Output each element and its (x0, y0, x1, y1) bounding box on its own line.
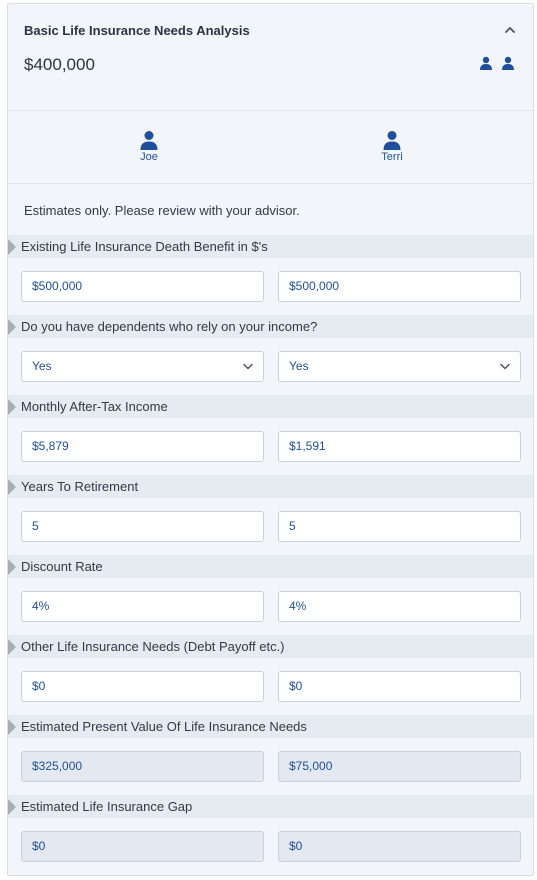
terri-dependents-select[interactable]: Yes (278, 351, 521, 382)
expand-triangle-icon (8, 558, 16, 575)
person-icon (502, 56, 514, 70)
section-monthly-income: Monthly After-Tax Income $5,879 $1,591 (8, 395, 533, 475)
panel-header[interactable]: Basic Life Insurance Needs Analysis $400… (8, 4, 533, 111)
joe-insurance-gap-output: $0 (21, 831, 264, 862)
joe-years-to-retirement-input[interactable]: 5 (21, 511, 264, 542)
expand-triangle-icon (8, 798, 16, 815)
joe-dependents-select[interactable]: Yes (21, 351, 264, 382)
person-icon (383, 131, 401, 150)
section-label: Other Life Insurance Needs (Debt Payoff … (21, 639, 285, 654)
chevron-up-icon[interactable] (503, 24, 517, 36)
section-header[interactable]: Years To Retirement (8, 475, 533, 498)
people-columns: Joe Terri (8, 111, 533, 184)
section-label: Do you have dependents who rely on your … (21, 319, 318, 334)
joe-death-benefit-input[interactable]: $500,000 (21, 271, 264, 302)
joe-monthly-income-input[interactable]: $5,879 (21, 431, 264, 462)
expand-triangle-icon (8, 238, 16, 255)
chevron-down-icon (500, 363, 510, 370)
expand-triangle-icon (8, 638, 16, 655)
section-other-needs: Other Life Insurance Needs (Debt Payoff … (8, 635, 533, 715)
joe-present-value-output: $325,000 (21, 751, 264, 782)
terri-insurance-gap-output: $0 (278, 831, 521, 862)
section-label: Existing Life Insurance Death Benefit in… (21, 239, 268, 254)
person-name: Joe (140, 151, 158, 163)
terri-other-needs-input[interactable]: $0 (278, 671, 521, 702)
expand-triangle-icon (8, 718, 16, 735)
header-people-icons (479, 56, 515, 70)
section-label: Discount Rate (21, 559, 103, 574)
section-label: Estimated Life Insurance Gap (21, 799, 193, 814)
section-present-value-needs: Estimated Present Value Of Life Insuranc… (8, 715, 533, 795)
person-name: Terri (381, 151, 403, 163)
panel-title: Basic Life Insurance Needs Analysis (24, 23, 250, 38)
section-header[interactable]: Other Life Insurance Needs (Debt Payoff … (8, 635, 533, 658)
section-header[interactable]: Discount Rate (8, 555, 533, 578)
section-label: Years To Retirement (21, 479, 139, 494)
total-needs-amount: $400,000 (24, 55, 95, 74)
terri-years-to-retirement-input[interactable]: 5 (278, 511, 521, 542)
section-insurance-gap: Estimated Life Insurance Gap $0 $0 (8, 795, 533, 875)
section-dependents: Do you have dependents who rely on your … (8, 315, 533, 395)
expand-triangle-icon (8, 398, 16, 415)
person-terri: Terri (362, 130, 422, 163)
expand-triangle-icon (8, 318, 16, 335)
section-header[interactable]: Estimated Life Insurance Gap (8, 795, 533, 818)
terri-present-value-output: $75,000 (278, 751, 521, 782)
section-header[interactable]: Estimated Present Value Of Life Insuranc… (8, 715, 533, 738)
section-discount-rate: Discount Rate 4% 4% (8, 555, 533, 635)
needs-analysis-panel: Basic Life Insurance Needs Analysis $400… (7, 3, 534, 876)
chevron-down-icon (243, 363, 253, 370)
section-existing-death-benefit: Existing Life Insurance Death Benefit in… (8, 235, 533, 315)
person-joe: Joe (119, 130, 179, 163)
terri-death-benefit-input[interactable]: $500,000 (278, 271, 521, 302)
section-header[interactable]: Existing Life Insurance Death Benefit in… (8, 235, 533, 258)
terri-monthly-income-input[interactable]: $1,591 (278, 431, 521, 462)
joe-discount-rate-input[interactable]: 4% (21, 591, 264, 622)
terri-discount-rate-input[interactable]: 4% (278, 591, 521, 622)
section-label: Monthly After-Tax Income (21, 399, 168, 414)
person-icon (140, 131, 158, 150)
section-years-to-retirement: Years To Retirement 5 5 (8, 475, 533, 555)
section-header[interactable]: Monthly After-Tax Income (8, 395, 533, 418)
select-value: Yes (32, 359, 52, 373)
person-icon (480, 56, 492, 70)
section-label: Estimated Present Value Of Life Insuranc… (21, 719, 307, 734)
joe-other-needs-input[interactable]: $0 (21, 671, 264, 702)
section-header[interactable]: Do you have dependents who rely on your … (8, 315, 533, 338)
expand-triangle-icon (8, 478, 16, 495)
estimate-note: Estimates only. Please review with your … (24, 203, 300, 218)
select-value: Yes (289, 359, 309, 373)
